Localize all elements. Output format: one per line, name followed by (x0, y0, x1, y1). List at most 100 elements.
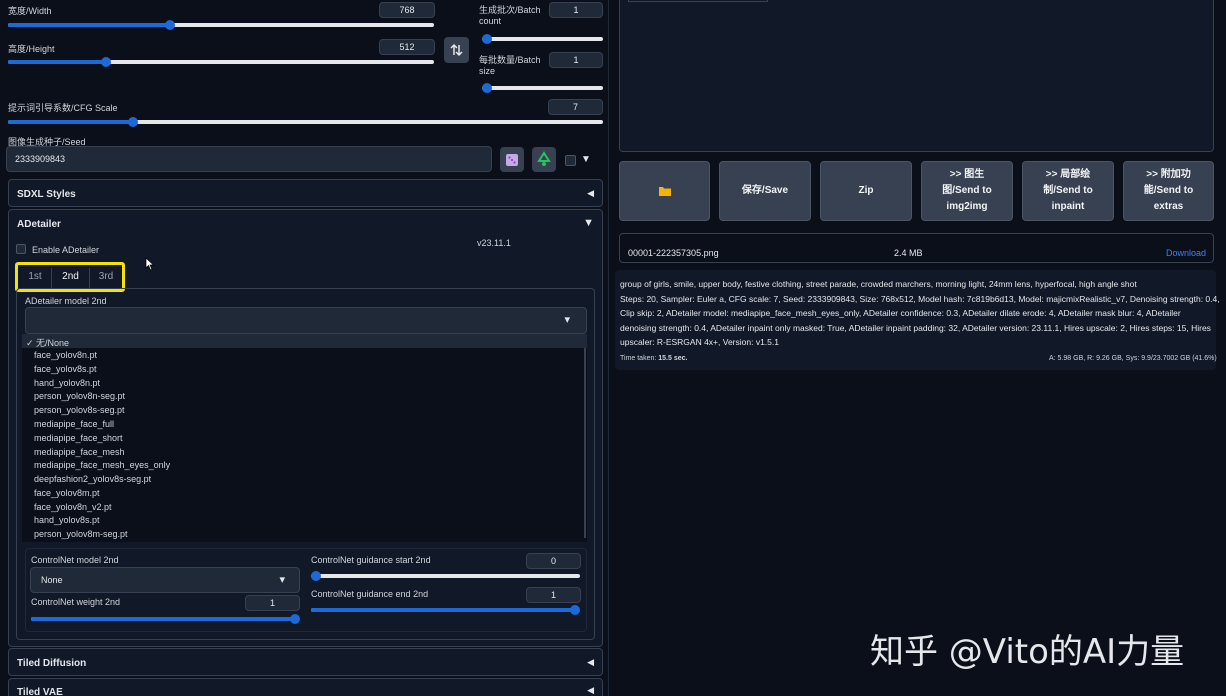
controlnet-model-label: ControlNet model 2nd (31, 555, 119, 565)
send-to-extras-button[interactable]: >> 附加功 能/Send to extras (1123, 161, 1214, 221)
sdxl-styles-accordion[interactable]: SDXL Styles ◀ (8, 179, 603, 207)
guidance-start-input[interactable]: 0 (526, 553, 581, 569)
batch-count-input[interactable]: 1 (549, 2, 603, 18)
download-file-row: 00001-222357305.png 2.4 MB Download (619, 233, 1214, 263)
generation-info: group of girls, smile, upper body, festi… (620, 277, 1220, 350)
reuse-seed-button[interactable] (532, 147, 556, 172)
guidance-end-input[interactable]: 1 (526, 587, 581, 603)
file-size: 2.4 MB (894, 248, 923, 258)
swap-dimensions-button[interactable] (444, 37, 469, 63)
cfg-scale-slider-fill (8, 120, 133, 124)
list-item[interactable]: mediapipe_face_short (34, 433, 123, 443)
seed-input-value: 2333909843 (15, 154, 66, 164)
list-item[interactable]: mediapipe_face_mesh_eyes_only (34, 460, 170, 470)
list-item[interactable]: ✓ 无/None (26, 336, 69, 349)
guidance-start-slider-handle[interactable] (311, 571, 321, 581)
width-slider-fill (8, 23, 170, 27)
height-value-input[interactable]: 512 (379, 39, 435, 55)
width-value-input[interactable]: 768 (379, 2, 435, 18)
tab-2nd[interactable]: 2nd (51, 268, 90, 288)
send-to-img2img-label-line3: img2img (946, 201, 988, 212)
list-item[interactable]: mediapipe_face_mesh (34, 447, 125, 457)
send-to-inpaint-button[interactable]: >> 局部绘 制/Send to inpaint (1022, 161, 1114, 221)
time-taken-value: 15.5 sec. (658, 355, 688, 362)
open-folder-button[interactable] (619, 161, 710, 221)
controlnet-weight-input[interactable]: 1 (245, 595, 300, 611)
send-to-inpaint-label-line2: 制/Send to (1043, 185, 1093, 196)
send-to-extras-label-line3: extras (1153, 201, 1184, 212)
cfg-scale-slider-handle[interactable] (127, 117, 138, 127)
width-slider[interactable] (8, 20, 434, 30)
guidance-start-slider[interactable] (311, 571, 580, 581)
generation-params-line1: Steps: 20, Sampler: Euler a, CFG scale: … (620, 293, 1220, 304)
cfg-scale-input[interactable]: 7 (548, 99, 603, 115)
list-item[interactable]: hand_yolov8n.pt (34, 378, 100, 388)
controlnet-model-dropdown[interactable]: None ▾ (30, 567, 300, 593)
batch-size-label-line2: size (479, 66, 496, 76)
controlnet-weight-slider-handle[interactable] (290, 614, 300, 624)
collapse-arrow-icon: ◀ (587, 685, 594, 695)
enable-adetailer-checkbox[interactable] (16, 244, 26, 254)
batch-size-slider-handle[interactable] (482, 83, 492, 93)
extra-seed-checkbox[interactable] (565, 155, 576, 166)
extra-seed-toggle-arrow[interactable]: ▼ (581, 154, 591, 165)
adetailer-model-dropdown[interactable]: ▾ (25, 307, 587, 334)
time-taken: Time taken: 15.5 sec. (620, 355, 687, 362)
random-seed-button[interactable] (500, 147, 524, 172)
list-item[interactable]: deepfashion2_yolov8s-seg.pt (34, 474, 151, 484)
batch-count-label-line2: count (479, 16, 502, 26)
generation-params-line2: Clip skip: 2, ADetailer model: mediapipe… (620, 308, 1181, 318)
generation-params-line3: denoising strength: 0.4, ADetailer inpai… (620, 322, 1211, 333)
controlnet-weight-slider[interactable] (31, 614, 300, 624)
swap-arrows-icon (450, 43, 463, 57)
download-link[interactable]: Download (1166, 248, 1206, 258)
cfg-scale-label: 提示词引导系数/CFG Scale (8, 103, 118, 113)
list-item[interactable]: person_yolov8n-seg.pt (34, 391, 125, 401)
guidance-start-label: ControlNet guidance start 2nd (311, 555, 431, 565)
options-scrollbar[interactable] (584, 348, 586, 538)
tiled-diffusion-accordion[interactable]: Tiled Diffusion ◀ (8, 648, 603, 676)
generation-params-line4: upscaler: R-ESRGAN 4x+, Version: v1.5.1 (620, 337, 779, 347)
zip-button[interactable]: Zip (820, 161, 912, 221)
batch-size-input[interactable]: 1 (549, 52, 603, 68)
guidance-end-slider-handle[interactable] (570, 605, 580, 615)
column-divider (608, 0, 609, 696)
batch-count-slider-handle[interactable] (482, 34, 492, 44)
send-to-inpaint-label-line3: inpaint (1051, 201, 1085, 212)
batch-count-label-line1: 生成批次/Batch (479, 5, 541, 15)
gallery-thumbnail-strip[interactable] (628, 0, 768, 2)
send-to-extras-label-line1: >> 附加功 (1146, 169, 1191, 180)
width-slider-handle[interactable] (164, 20, 175, 30)
output-gallery[interactable] (619, 0, 1214, 152)
batch-size-slider[interactable] (482, 83, 603, 93)
list-item[interactable]: face_yolov8m.pt (34, 488, 100, 498)
list-item[interactable]: face_yolov8n.pt (34, 350, 97, 360)
guidance-end-slider[interactable] (311, 605, 580, 615)
save-button-label: 保存/Save (741, 185, 789, 196)
save-button[interactable]: 保存/Save (719, 161, 811, 221)
list-item[interactable]: face_yolov8s.pt (34, 364, 97, 374)
list-item[interactable]: person_yolov8s-seg.pt (34, 405, 125, 415)
chevron-down-icon: ▾ (279, 574, 285, 586)
guidance-end-label: ControlNet guidance end 2nd (311, 589, 429, 599)
cfg-scale-slider[interactable] (8, 117, 603, 127)
expand-arrow-icon[interactable]: ▼ (583, 217, 594, 229)
seed-input[interactable]: 2333909843 (6, 146, 492, 172)
list-item[interactable]: hand_yolov8s.pt (34, 515, 100, 525)
tiled-vae-accordion[interactable]: Tiled VAE ◀ (8, 678, 603, 696)
tab-3rd[interactable]: 3rd (91, 268, 121, 288)
list-item[interactable]: face_yolov8n_v2.pt (34, 502, 112, 512)
height-slider-fill (8, 60, 106, 64)
list-item[interactable]: mediapipe_face_full (34, 419, 114, 429)
controlnet-model-value: None (41, 575, 63, 585)
watermark-text: 知乎 @Vito的AI力量 (870, 632, 1185, 672)
send-to-img2img-button[interactable]: >> 图生 图/Send to img2img (921, 161, 1013, 221)
list-item[interactable]: person_yolov8m-seg.pt (34, 529, 128, 539)
batch-count-slider[interactable] (482, 34, 603, 44)
height-slider[interactable] (8, 57, 434, 67)
send-to-extras-label-line2: 能/Send to (1143, 185, 1194, 196)
height-slider-handle[interactable] (100, 57, 111, 67)
mouse-cursor-icon (145, 257, 155, 271)
adetailer-title[interactable]: ADetailer (17, 219, 61, 230)
tab-1st[interactable]: 1st (20, 268, 50, 288)
